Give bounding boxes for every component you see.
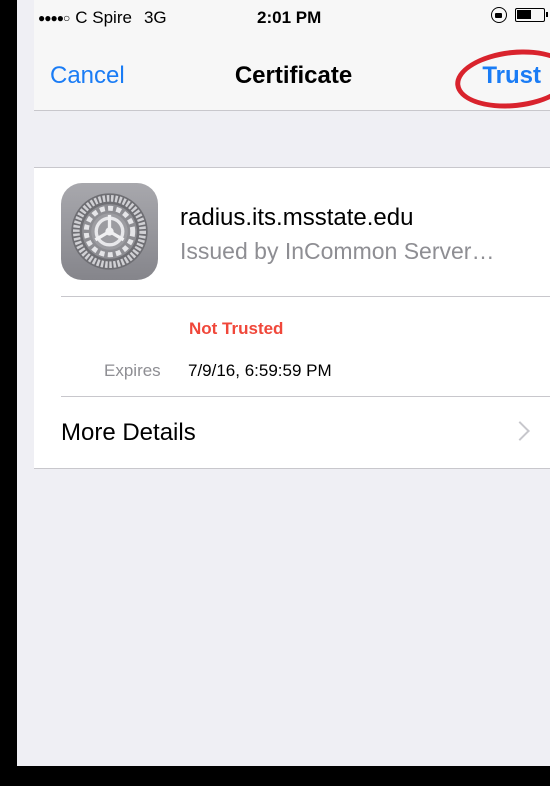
status-icons: [491, 7, 548, 23]
screen: ●●●●○ C Spire 3G 2:01 PM Cancel Certific…: [34, 0, 550, 766]
orientation-lock-icon: [491, 7, 507, 23]
battery-icon: [515, 8, 548, 22]
annotation-circle: [452, 43, 550, 115]
trust-status: Not Trusted: [189, 319, 284, 338]
status-bar: ●●●●○ C Spire 3G 2:01 PM: [34, 0, 550, 34]
more-details-row[interactable]: More Details: [34, 397, 550, 467]
navigation-bar: Cancel Certificate Trust: [34, 34, 550, 115]
certificate-name: radius.its.msstate.edu: [180, 204, 414, 231]
certificate-issuer: Issued by InCommon Server…: [180, 238, 495, 264]
carrier-name: C Spire: [75, 8, 132, 27]
expires-label: Expires: [104, 361, 161, 380]
chevron-right-icon: [510, 421, 530, 441]
divider: [61, 296, 550, 297]
status-time: 2:01 PM: [257, 8, 322, 27]
device-frame: ●●●●○ C Spire 3G 2:01 PM Cancel Certific…: [0, 0, 550, 786]
expires-value: 7/9/16, 6:59:59 PM: [188, 361, 332, 380]
carrier-area: ●●●●○ C Spire 3G: [38, 8, 167, 28]
certificate-card: radius.its.msstate.edu Issued by InCommo…: [34, 167, 550, 469]
settings-gear-icon: [61, 183, 158, 280]
network-type: 3G: [143, 8, 167, 27]
signal-dots-icon: ●●●●○: [38, 11, 70, 25]
more-details-label: More Details: [61, 419, 196, 446]
